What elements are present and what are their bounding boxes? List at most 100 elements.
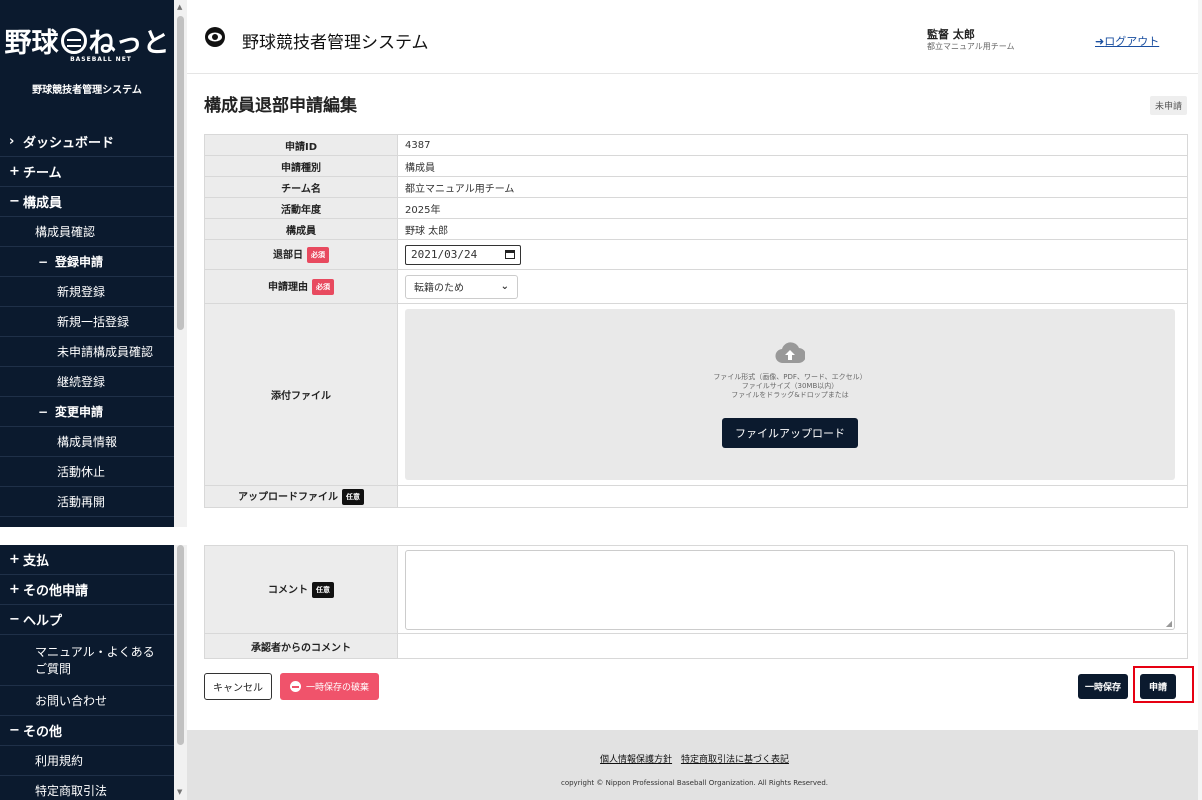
field-label: 活動年度 xyxy=(204,197,398,219)
sidebar-item-label: ヘルプ xyxy=(23,614,63,629)
sidebar-item-member-info[interactable]: 構成員情報 xyxy=(0,427,174,457)
sidebar-scrollbar-lower[interactable]: ▼ xyxy=(174,545,187,800)
required-badge: 必須 xyxy=(307,247,329,263)
required-badge: 必須 xyxy=(312,279,334,295)
sidebar-item-contact[interactable]: お問い合わせ xyxy=(0,686,174,716)
discard-label: 一時保存の破棄 xyxy=(306,683,370,693)
cloud-upload-icon xyxy=(775,342,805,364)
file-dropzone[interactable]: ファイル形式（画像、PDF、ワード、エクセル） ファイルサイズ（30MB以内） … xyxy=(405,309,1175,480)
sidebar-item-tokutei[interactable]: 特定商取引法 xyxy=(0,776,174,800)
privacy-link[interactable]: 個人情報保護方針 xyxy=(600,755,672,765)
discard-temp-button[interactable]: 一時保存の破棄 xyxy=(280,673,380,700)
sidebar-item-label: その他申請 xyxy=(23,584,89,599)
resize-handle-icon[interactable]: ◢ xyxy=(1166,619,1172,628)
plus-icon: + xyxy=(9,164,20,179)
header-title: 野球競技者管理システム xyxy=(242,33,429,53)
sidebar-item-bulk-register[interactable]: 新規一括登録 xyxy=(0,307,174,337)
scrollbar-thumb[interactable] xyxy=(177,16,184,330)
table-row: 添付ファイル ファイル形式（画像、PDF、ワード、エクセル） ファイルサイズ（3… xyxy=(204,303,1188,486)
reason-select[interactable]: 転籍のため ⌄ xyxy=(405,274,518,299)
plus-icon: + xyxy=(9,582,20,597)
table-row: コメント 任意 ◢ xyxy=(204,545,1188,634)
application-form-lower: コメント 任意 ◢ 承認者からのコメント xyxy=(204,545,1188,659)
sidebar-item-manual-faq[interactable]: マニュアル・よくある ご質問 xyxy=(0,635,174,686)
field-label: 添付ファイル xyxy=(204,303,398,486)
apply-button[interactable]: 申請 xyxy=(1140,674,1177,699)
sidebar-item-members[interactable]: − 構成員 xyxy=(0,187,174,217)
sidebar-item-resume[interactable]: 活動再開 xyxy=(0,487,174,517)
dropzone-size: ファイルサイズ（30MB以内） xyxy=(741,382,839,390)
table-row: 承認者からのコメント xyxy=(204,633,1188,659)
sidebar-item-suspend[interactable]: 活動休止 xyxy=(0,457,174,487)
page-title: 構成員退部申請編集 xyxy=(204,96,357,116)
field-label: コメント 任意 xyxy=(204,545,398,634)
logo-subtitle: BASEBALL NET xyxy=(70,56,132,63)
sidebar-item-help[interactable]: − ヘルプ xyxy=(0,605,174,635)
logout-icon: ➜ xyxy=(1095,35,1105,48)
table-row: 退部日 必須 2021/03/24 xyxy=(204,239,1188,270)
table-row: 申請種別 構成員 xyxy=(204,155,1188,177)
screenshot-gap xyxy=(0,527,1202,545)
sidebar-item-other-apply[interactable]: + その他申請 xyxy=(0,575,174,605)
calendar-icon[interactable] xyxy=(505,250,515,259)
minus-icon: − xyxy=(38,404,49,419)
dropzone-drag: ファイルをドラッグ&ドロップまたは xyxy=(731,391,849,399)
minus-icon: − xyxy=(9,723,20,738)
sidebar-item-member-confirm[interactable]: 構成員確認 xyxy=(0,217,174,247)
comment-textarea[interactable]: ◢ xyxy=(405,549,1175,630)
site-logo[interactable]: 野球 ねっと BASEBALL NET xyxy=(0,0,174,84)
sidebar-item-team[interactable]: + チーム xyxy=(0,157,174,187)
sidebar-item-continue-register[interactable]: 継続登録 xyxy=(0,367,174,397)
cancel-button[interactable]: キャンセル xyxy=(204,673,272,700)
tokutei-link[interactable]: 特定商取引法に基づく表記 xyxy=(681,755,789,765)
baseball-icon xyxy=(60,27,87,54)
table-row: 構成員 野球 太郎 xyxy=(204,218,1188,240)
field-value xyxy=(397,633,1188,659)
minus-icon: − xyxy=(38,254,49,269)
save-temp-button[interactable]: 一時保存 xyxy=(1078,674,1129,699)
sidebar-item-other[interactable]: − その他 xyxy=(0,716,174,746)
field-value: 4387 xyxy=(397,134,1188,156)
sidebar-item-unapplied-members[interactable]: 未申請構成員確認 xyxy=(0,337,174,367)
file-upload-button[interactable]: ファイルアップロード xyxy=(722,418,858,448)
optional-badge: 任意 xyxy=(312,582,334,598)
leave-date-label: 退部日 xyxy=(273,250,303,261)
sidebar-item-new-register[interactable]: 新規登録 xyxy=(0,277,174,307)
sidebar-item-label: 変更申請 xyxy=(55,405,104,419)
field-label: 申請種別 xyxy=(204,155,398,177)
sidebar-item-change[interactable]: − 変更申請 xyxy=(0,397,174,427)
logo-text-right: ねっと xyxy=(88,28,170,59)
optional-badge: 任意 xyxy=(342,489,364,505)
logout-label: ログアウト xyxy=(1104,35,1160,48)
page-scrollbar[interactable] xyxy=(1198,0,1202,800)
field-value: ◢ xyxy=(397,545,1188,634)
scrollbar-thumb[interactable] xyxy=(177,545,184,745)
top-header: 野球競技者管理システム 監督 太郎 都立マニュアル用チーム ➜ログアウト xyxy=(187,0,1202,74)
reason-label: 申請理由 xyxy=(268,282,308,293)
field-label: アップロードファイル 任意 xyxy=(204,485,398,508)
sidebar-scrollbar[interactable]: ▲ xyxy=(174,0,187,527)
status-badge: 未申請 xyxy=(1149,96,1187,115)
sidebar-item-payment[interactable]: + 支払 xyxy=(0,545,174,575)
sidebar-item-label: チーム xyxy=(23,166,62,181)
system-name: 野球競技者管理システム xyxy=(32,85,142,96)
sidebar-item-label: ダッシュボード xyxy=(23,136,115,151)
sidebar-item-terms[interactable]: 利用規約 xyxy=(0,746,174,776)
sidebar-item-label: 構成員 xyxy=(23,196,63,211)
main-content-lower: コメント 任意 ◢ 承認者からのコメント キャンセル 一時保存の破棄 一時保存 申… xyxy=(187,545,1202,800)
sidebar-item-label: 登録申請 xyxy=(55,255,104,269)
scroll-down-icon[interactable]: ▼ xyxy=(177,788,182,796)
user-name: 監督 太郎 xyxy=(927,28,975,41)
table-row: 活動年度 2025年 xyxy=(204,197,1188,219)
table-row: 申請ID 4387 xyxy=(204,134,1188,156)
sidebar-item-dashboard[interactable]: › ダッシュボード xyxy=(0,127,174,157)
field-value: 2021/03/24 xyxy=(397,239,1188,270)
copyright: copyright © Nippon Professional Baseball… xyxy=(560,779,829,787)
leave-date-input[interactable]: 2021/03/24 xyxy=(405,244,521,265)
scroll-up-icon[interactable]: ▲ xyxy=(177,3,182,11)
chevron-right-icon: › xyxy=(9,134,15,149)
sidebar: 野球 ねっと BASEBALL NET 野球競技者管理システム › ダッシュボー… xyxy=(0,0,174,527)
sidebar-item-register[interactable]: − 登録申請 xyxy=(0,247,174,277)
logout-link[interactable]: ➜ログアウト xyxy=(1095,33,1159,49)
application-form: 申請ID 4387 申請種別 構成員 チーム名 都立マニュアル用チーム 活動年度… xyxy=(204,134,1188,508)
